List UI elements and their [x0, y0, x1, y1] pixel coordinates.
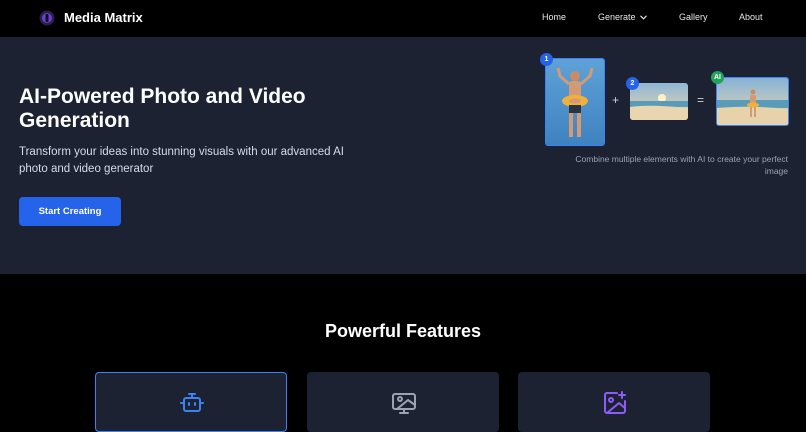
nav-generate[interactable]: Generate	[598, 12, 647, 22]
input-image-beach	[630, 83, 688, 120]
step-2-badge: 2	[626, 77, 639, 90]
hero-title: AI-Powered Photo and Video Generation	[19, 85, 306, 132]
start-creating-button[interactable]: Start Creating	[19, 197, 121, 226]
chevron-down-icon	[640, 15, 647, 20]
combine-caption: Combine multiple elements with AI to cre…	[575, 154, 788, 176]
input-image-person	[545, 58, 605, 146]
image-plus-icon	[604, 391, 626, 414]
logo-icon[interactable]	[39, 10, 55, 26]
ai-result-badge: AI	[711, 71, 724, 84]
nav-about[interactable]: About	[739, 12, 763, 22]
feature-card-3[interactable]	[518, 372, 710, 432]
brand-name[interactable]: Media Matrix	[64, 10, 143, 25]
features-title: Powerful Features	[324, 321, 482, 341]
feature-card-2[interactable]	[307, 372, 499, 432]
nav-home[interactable]: Home	[542, 12, 566, 22]
hero-subtitle: Transform your ideas into stunning visua…	[19, 146, 344, 175]
robot-icon	[180, 393, 204, 412]
nav-gallery[interactable]: Gallery	[679, 12, 708, 22]
step-1-badge: 1	[540, 53, 553, 66]
top-navbar: Media Matrix Home Generate Gallery About	[0, 0, 806, 38]
monitor-image-icon	[392, 393, 416, 414]
equals-operator: =	[697, 93, 705, 107]
plus-operator: +	[612, 93, 620, 107]
nav-generate-label: Generate	[598, 12, 636, 22]
feature-card-1[interactable]	[95, 372, 287, 432]
output-image-composite	[716, 77, 789, 126]
